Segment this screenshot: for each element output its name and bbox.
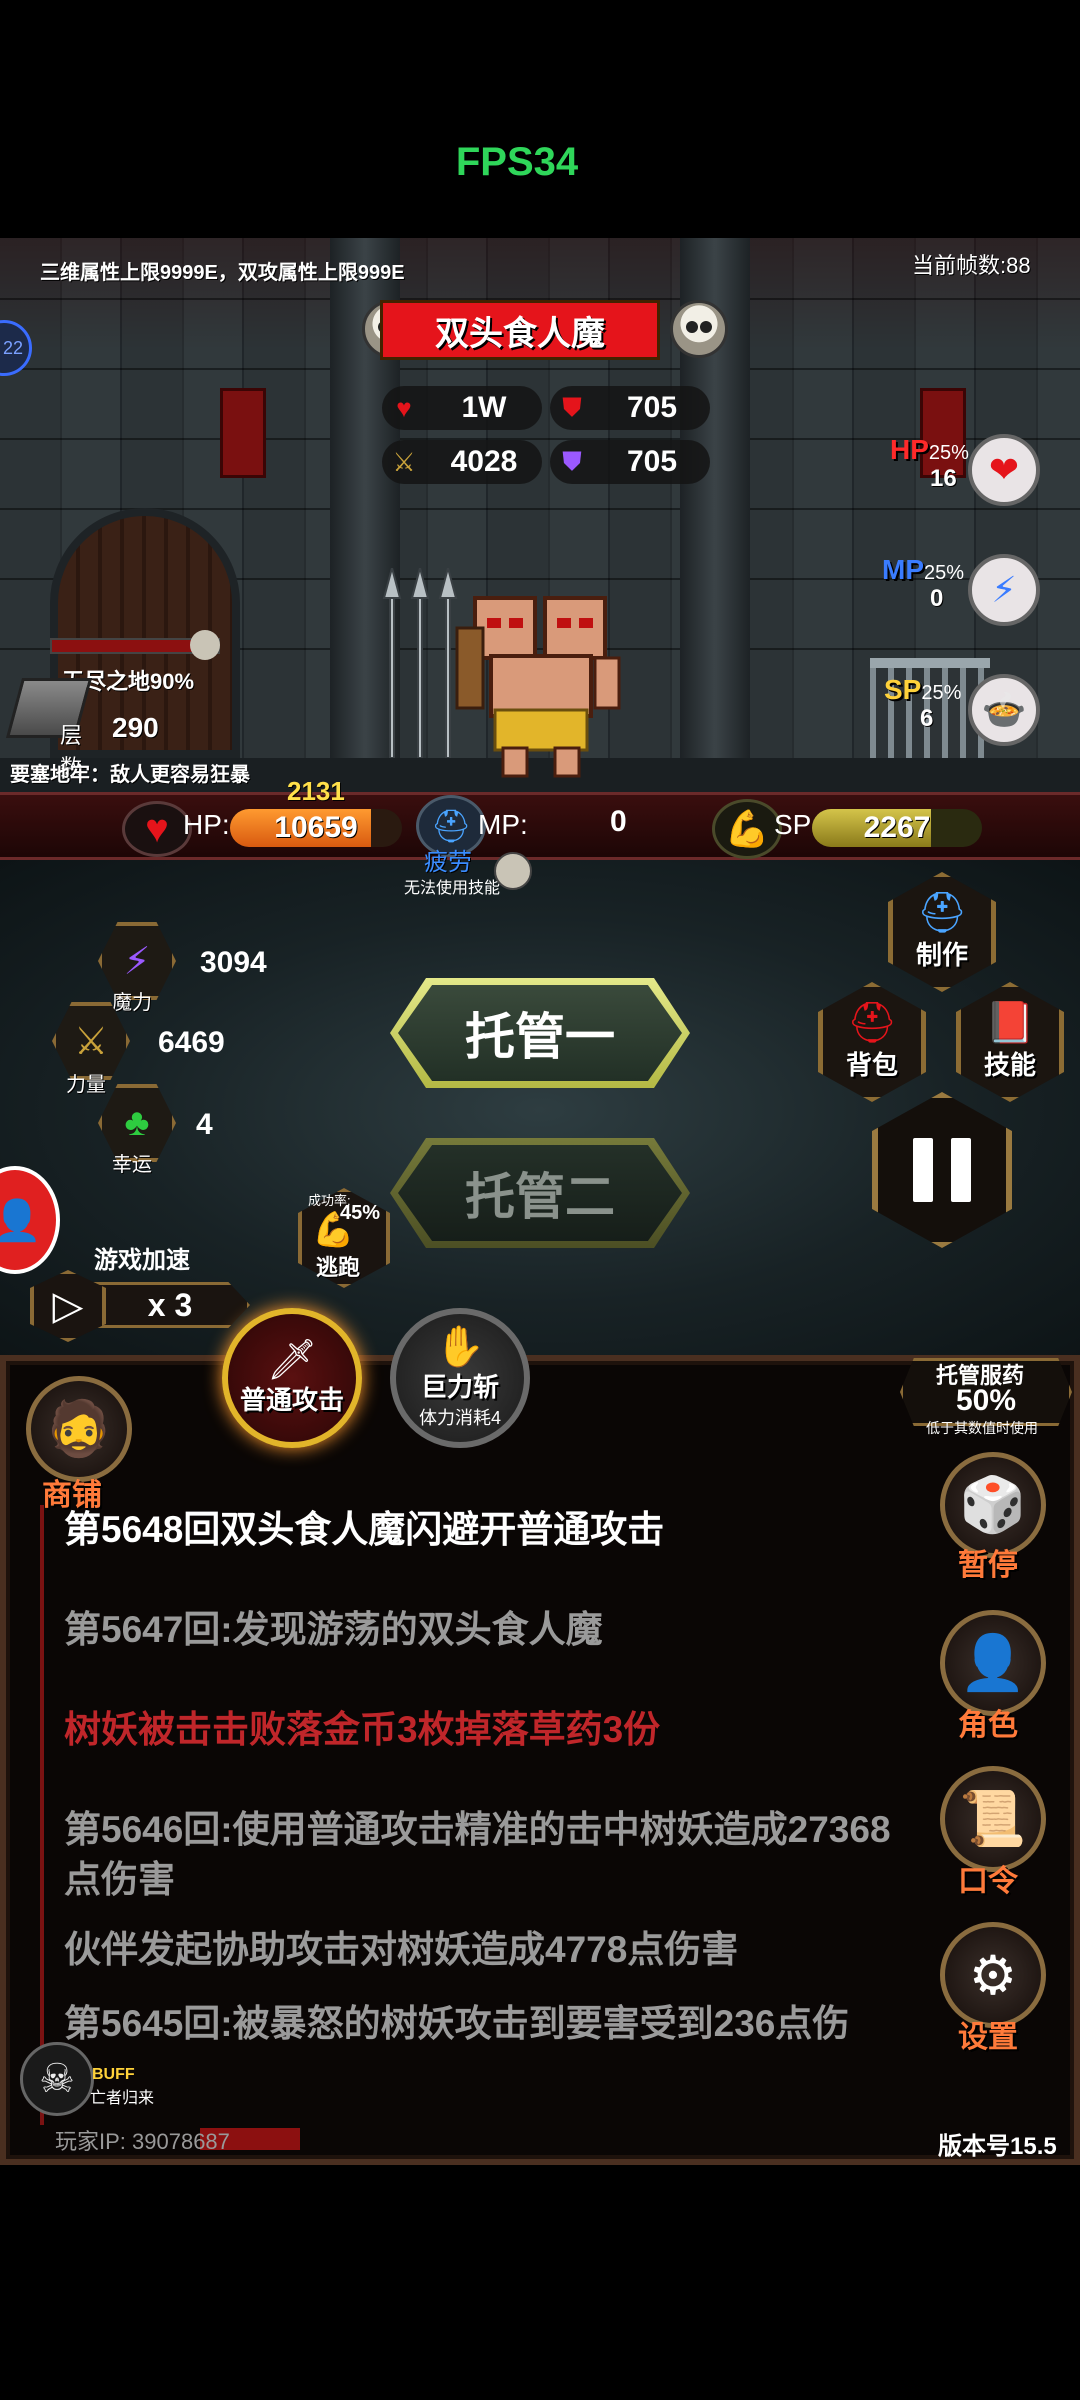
escape-label: 逃跑 (316, 1255, 361, 1280)
skull-icon (670, 300, 728, 358)
mp-label: MP: (478, 809, 528, 840)
player-ip: 玩家IP: 39078687 (55, 2129, 230, 2154)
red-shield-icon: ⛊ (562, 392, 582, 422)
boss-name: 双头食人魔 (435, 314, 605, 353)
two-headed-ogre-sprite (455, 596, 621, 778)
settings-label: 设置 (958, 2021, 1018, 2054)
strength-value: 6469 (158, 1026, 225, 1059)
luck-label: 幸运 (112, 1154, 152, 1176)
magic-value: 3094 (200, 946, 267, 979)
escape-button[interactable]: 成功率: 45% 💪 逃跑 (298, 1188, 390, 1288)
log-line: 第5647回:发现游荡的双头食人魔 (64, 1609, 603, 1650)
luck-value: 4 (196, 1108, 213, 1141)
heart-icon: ♥ (122, 801, 192, 857)
giant-slash-skill[interactable]: ✋ 巨力斩 体力消耗4 (390, 1308, 530, 1448)
strength-label: 力量 (66, 1074, 106, 1096)
claw-icon: ✋ (435, 1324, 485, 1369)
mana-potion-icon: ⚡ (968, 554, 1040, 626)
log-line: 第5646回:使用普通攻击精准的击中树妖造成27368点伤害 (64, 1809, 891, 1900)
scroll-icon: 📜 (959, 1788, 1027, 1849)
pause-icon (913, 1138, 971, 1202)
log-line: 第5648回双头食人魔闪避开普通攻击 (64, 1509, 665, 1550)
player-sp-bar: 2267 (812, 809, 982, 847)
heart-icon: ♥ (396, 392, 412, 423)
shop-button[interactable]: 🧔 (26, 1376, 132, 1482)
character-label: 角色 (958, 1709, 1018, 1742)
buff-skull-icon[interactable]: ☠ (20, 2042, 94, 2116)
magic-label: 魔力 (112, 992, 152, 1014)
battle-scene: 三维属性上限9999E，双攻属性上限999E 当前帧数:88 22 双头食人魔 … (0, 238, 1080, 798)
floor-value: 290 (112, 712, 159, 743)
hp-potion-slot[interactable]: HP25% 16 ❤ (888, 428, 1048, 518)
version-number: 版本号15.5 (938, 2133, 1057, 2160)
boss-name-bar: 双头食人魔 (380, 300, 660, 360)
speed-value: x 3 (147, 1286, 193, 1323)
sword-icon: ⚔ (392, 446, 416, 477)
helmet-icon: ⛑ (846, 1000, 898, 1045)
buff-sub: 亡者归来 (90, 2090, 155, 2107)
heart-potion-icon: ❤ (968, 434, 1040, 506)
attribute-limits-text: 三维属性上限9999E，双攻属性上限999E (40, 262, 405, 284)
sword-icon: 🗡 (266, 1337, 318, 1382)
auto-battle-2-button[interactable]: 托管二 (390, 1138, 690, 1248)
muscle-icon: 💪 (712, 799, 782, 859)
hooded-character-icon: 👤 (959, 1632, 1027, 1693)
muscle-icon: 💪 (312, 1211, 355, 1249)
frame-count: 当前帧数:88 (912, 253, 1031, 278)
boss-defense-stat: ⛊ 705 (550, 386, 710, 430)
skull-icon (190, 630, 220, 660)
boss-magic-defense-stat: ⛊ 705 (550, 440, 710, 484)
normal-attack-skill[interactable]: 🗡 普通攻击 (222, 1308, 362, 1448)
battle-log: 第5648回双头食人魔闪避开普通攻击 第5647回:发现游荡的双头食人魔 树妖被… (40, 1505, 900, 2125)
shop-keeper-icon: 🧔 (45, 1398, 113, 1459)
log-line: 伙伴发起协助攻击对树妖造成4778点伤害 (64, 1929, 739, 1970)
fatigue-note: 无法使用技能 (404, 880, 501, 897)
dungeon-mode-text: 要塞地牢：敌人更容易狂暴 (10, 764, 250, 786)
mp-value: 0 (610, 805, 627, 838)
log-line: 第5645回:被暴怒的树妖攻击到要害受到236点伤 (64, 2003, 850, 2044)
buff-label: BUFF (92, 2066, 135, 2083)
gold-gain-popup: 2131 (287, 776, 345, 806)
book-icon: 📕 (985, 1000, 1035, 1045)
game-speed-control[interactable]: x 3 ▷ (30, 1270, 250, 1342)
stamina-food-icon: 🍲 (968, 674, 1040, 746)
password-label: 口令 (958, 1865, 1018, 1898)
spear-rack (382, 568, 458, 758)
fatigue-label: 疲劳 (424, 849, 472, 876)
player-hp-bar: 10659 (230, 809, 402, 847)
pause-game-label: 暂停 (958, 1549, 1018, 1582)
auto-battle-1-button[interactable]: 托管一 (390, 978, 690, 1088)
mp-potion-slot[interactable]: MP25% 0 ⚡ (880, 548, 1050, 638)
skull-icon (494, 852, 532, 890)
boss-hp-stat: ♥ 1W (382, 386, 542, 430)
auto-potion-note: 低于其数值时使用 (926, 1420, 1038, 1436)
play-icon: ▷ (30, 1270, 106, 1342)
log-line: 树妖被击击败落金币3枚掉落草药3份 (64, 1709, 661, 1750)
sp-potion-slot[interactable]: SP25% 6 🍲 (882, 668, 1052, 758)
gear-icon: ⚙ (968, 1945, 1018, 2006)
purple-shield-icon: ⛊ (562, 446, 582, 476)
helmet-icon: ⛑ (916, 890, 968, 935)
player-status-bar: ♥ HP: 10659 ⛑ MP: 0 💪 SP: 2267 (0, 792, 1080, 860)
dice-icon: 🎲 (959, 1474, 1027, 1535)
auto-potion-value: 50% (956, 1384, 1017, 1417)
fps-counter: FPS34 (455, 140, 579, 184)
hp-label: HP: (183, 809, 230, 840)
boss-attack-stat: ⚔ 4028 (382, 440, 542, 484)
